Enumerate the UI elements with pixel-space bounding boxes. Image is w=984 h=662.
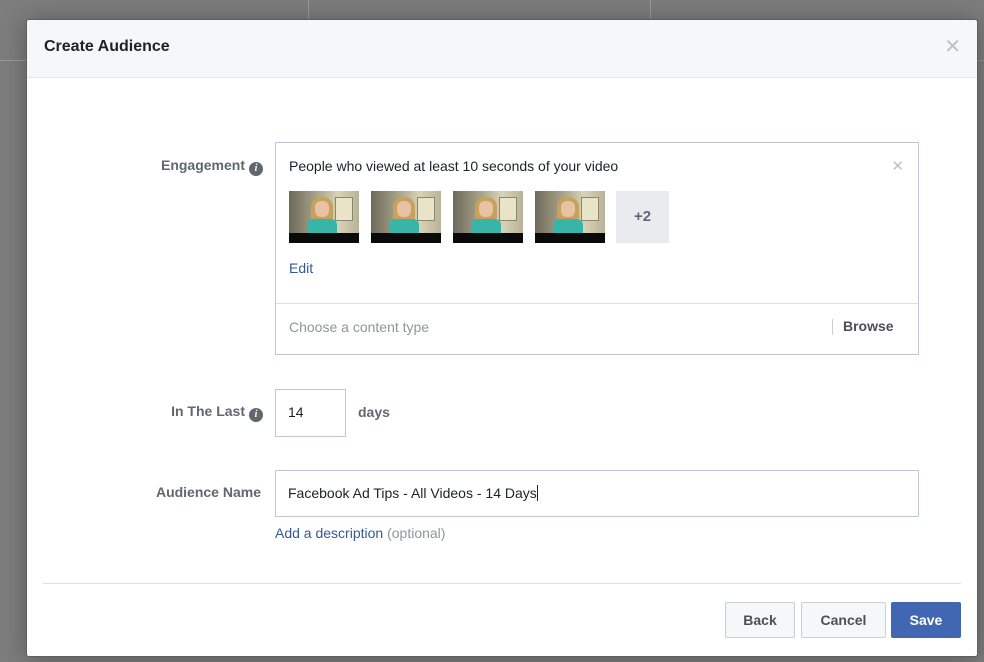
background-divider: [978, 60, 984, 61]
engagement-selection: People who viewed at least 10 seconds of…: [289, 158, 619, 174]
more-videos-count[interactable]: +2: [616, 191, 669, 243]
video-thumbnail: [535, 191, 605, 243]
remove-selection-icon[interactable]: ✕: [891, 157, 904, 175]
in-the-last-label-text: In The Last: [171, 403, 245, 419]
content-type-input[interactable]: Choose a content type: [289, 319, 429, 335]
audience-name-input[interactable]: Facebook Ad Tips - All Videos - 14 Days: [275, 470, 919, 517]
dialog-header: Create Audience ✕: [27, 20, 977, 78]
info-icon[interactable]: i: [249, 162, 263, 176]
edit-link[interactable]: Edit: [289, 260, 313, 276]
divider: [276, 303, 918, 304]
browse-button[interactable]: Browse: [843, 318, 894, 334]
background-divider: [650, 0, 651, 19]
cancel-button[interactable]: Cancel: [801, 602, 886, 638]
engagement-label-text: Engagement: [160, 157, 245, 173]
audience-name-label: Audience Name: [155, 484, 261, 500]
audience-name-value: Facebook Ad Tips - All Videos - 14 Days: [288, 485, 537, 501]
optional-hint: (optional): [387, 525, 446, 541]
days-input[interactable]: 14: [275, 389, 346, 437]
video-thumbnail: [453, 191, 523, 243]
description-row: Add a description (optional): [275, 525, 445, 541]
info-icon[interactable]: i: [249, 408, 263, 422]
engagement-selector: People who viewed at least 10 seconds of…: [275, 142, 919, 355]
footer-divider: [43, 583, 961, 584]
engagement-label: Engagement i: [117, 157, 263, 176]
divider: [832, 319, 833, 335]
days-unit-label: days: [358, 404, 390, 420]
dialog-title: Create Audience: [44, 38, 170, 55]
background-divider: [0, 60, 26, 61]
back-button[interactable]: Back: [725, 602, 795, 638]
video-thumbnail: [289, 191, 359, 243]
background-divider: [308, 0, 309, 19]
add-description-link[interactable]: Add a description: [275, 525, 383, 541]
save-button[interactable]: Save: [891, 602, 961, 638]
close-icon[interactable]: ✕: [944, 37, 961, 57]
create-audience-dialog: Create Audience ✕ Engagement i People who…: [26, 19, 978, 657]
video-thumbnail: [371, 191, 441, 243]
in-the-last-label: In The Last i: [117, 403, 263, 422]
text-caret: [536, 485, 538, 501]
